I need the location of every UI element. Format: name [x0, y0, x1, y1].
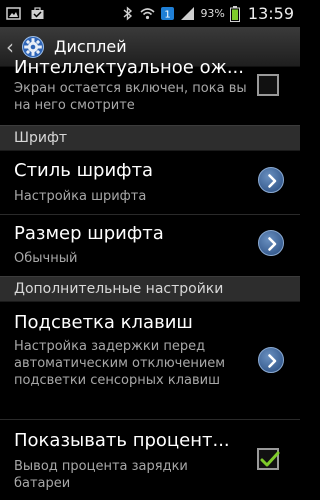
list-item-battery-percent[interactable]: Показывать процент... Вывод процента зар… [0, 420, 300, 500]
section-header-font: Шрифт [0, 125, 300, 151]
font-style-title: Стиль шрифта [14, 160, 154, 181]
battery-percent-title: Показывать процент... [14, 430, 230, 451]
key-backlight-chevron-icon[interactable] [258, 347, 284, 373]
section-font-label: Шрифт [14, 130, 68, 146]
list-item-font-style[interactable]: Стиль шрифта Настройка шрифта [0, 151, 300, 214]
smart-stay-title: Интеллектуальное ож... [14, 57, 245, 78]
svg-text:1: 1 [165, 10, 171, 21]
status-bar: 1 93% 13:59 [0, 0, 300, 27]
battery-icon [229, 6, 240, 22]
back-chevron-icon[interactable]: ‹ [6, 37, 20, 57]
key-backlight-title: Подсветка клавиш [14, 312, 193, 333]
section-additional-label: Дополнительные настройки [14, 281, 224, 297]
font-size-chevron-icon[interactable] [258, 230, 284, 256]
smart-stay-checkbox[interactable] [257, 74, 279, 96]
smart-stay-summary: Экран остается включен, пока вы на него … [14, 81, 247, 113]
battery-percent-summary: Вывод процента зарядки батареи [14, 459, 188, 491]
settings-gear-icon[interactable] [20, 34, 46, 60]
list-item-font-size[interactable]: Размер шрифта Обычный [0, 215, 300, 276]
image-icon [6, 6, 21, 21]
key-backlight-summary: Настройка задержки перед автоматическим … [14, 339, 226, 388]
bluetooth-icon [120, 6, 135, 21]
list-item-key-backlight[interactable]: Подсветка клавиш Настройка задержки пере… [0, 302, 300, 419]
font-size-title: Размер шрифта [14, 223, 164, 244]
suitcase-icon [30, 6, 45, 21]
font-style-chevron-icon[interactable] [258, 167, 284, 193]
section-header-additional: Дополнительные настройки [0, 276, 300, 302]
list-item-smart-stay[interactable]: Интеллектуальное ож... Экран остается вк… [0, 57, 300, 126]
battery-percent-checkbox[interactable] [257, 448, 280, 470]
font-style-summary: Настройка шрифта [14, 189, 147, 204]
font-size-summary: Обычный [14, 251, 78, 266]
page-title: Дисплей [54, 37, 127, 56]
checkmark-icon [260, 451, 280, 467]
clock: 13:59 [247, 4, 294, 23]
battery-percent-text: 93% [200, 7, 225, 20]
wifi-icon [140, 6, 155, 21]
signal-icon [180, 6, 195, 21]
data-icon: 1 [160, 6, 175, 21]
settings-list[interactable]: Интеллектуальное ож... Экран остается вк… [0, 57, 300, 500]
